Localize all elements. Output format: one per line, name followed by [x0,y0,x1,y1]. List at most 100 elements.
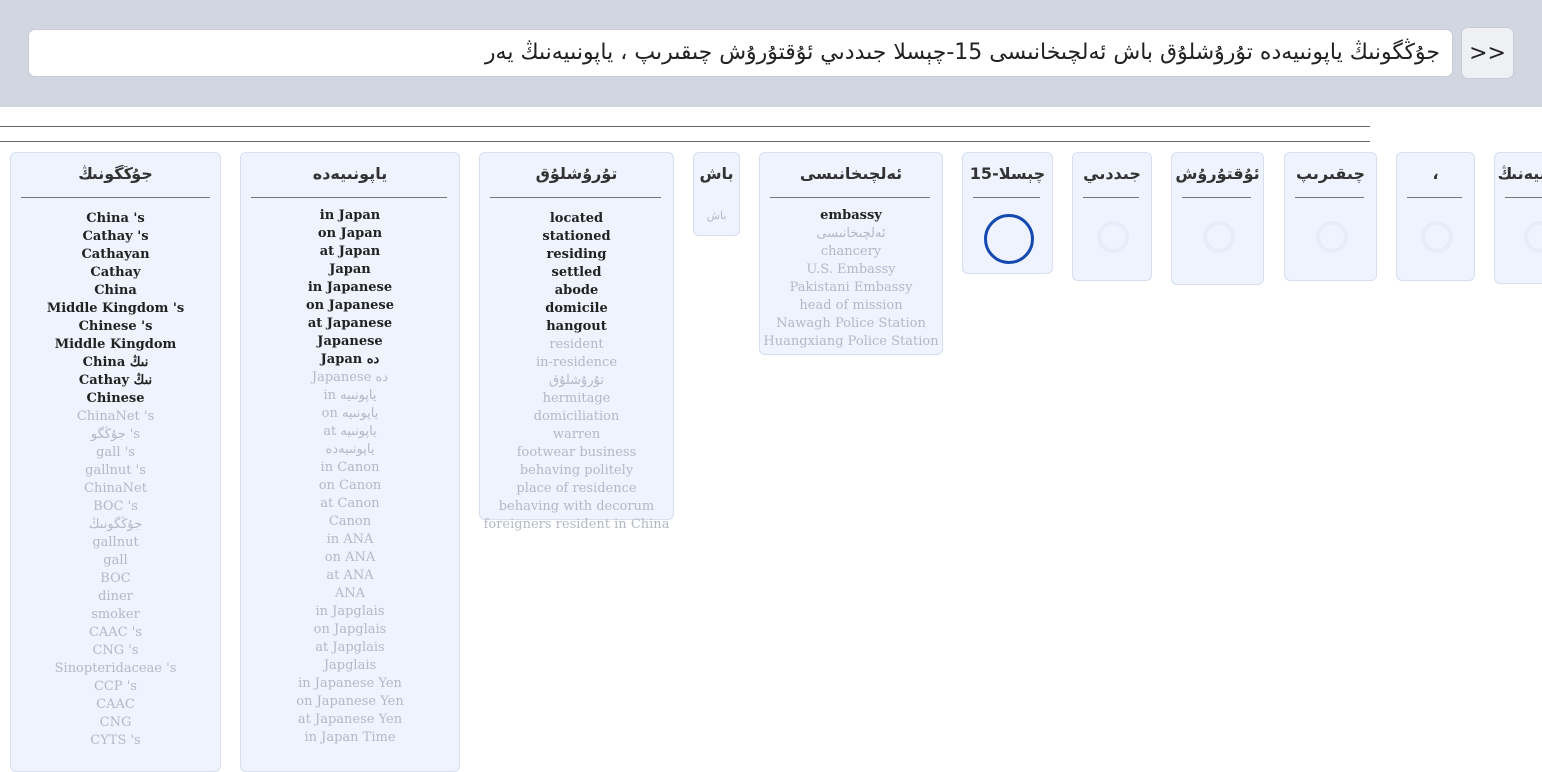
candidate-item[interactable]: gallnut 's [11,462,220,480]
word-column: چىقىرىپ [1284,152,1377,281]
candidate-item[interactable]: at Japglais [241,639,459,657]
candidate-item[interactable]: head of mission [760,297,942,315]
sentence-input[interactable]: جۇڭگونىڭ ياپونىيەدە تۇرۇشلۇق باش ئەلچىخا… [28,29,1453,77]
candidate-item[interactable]: on Canon [241,477,459,495]
word-column-head: ئەلچىخانىسى [799,165,903,183]
word-column-rule [1505,197,1542,198]
candidate-item[interactable]: domiciliation [480,408,673,426]
word-column: تۇرۇشلۇق located stationed residing settled a… [479,152,674,532]
candidate-item[interactable]: at Japanese Yen [241,711,459,729]
candidate-item[interactable]: CNG [11,714,220,732]
candidate-item[interactable]: foreigners resident in China [480,516,673,534]
candidate-item[interactable]: footwear business [480,444,673,462]
candidate-item[interactable]: on ANA [241,549,459,567]
candidate-item[interactable]: on Japan [241,225,459,243]
candidate-item[interactable]: in Japglais [241,603,459,621]
candidate-item[interactable]: embassy [760,207,942,225]
candidate-item[interactable]: CYTS 's [11,732,220,750]
candidate-item[interactable]: Pakistani Embassy [760,279,942,297]
candidate-item[interactable]: ئەلچىخانىسى [760,225,942,243]
candidate-item[interactable]: residing [480,246,673,264]
word-column: 15-چېسلا [962,152,1053,274]
word-column-rule [973,197,1040,198]
candidate-item[interactable]: behaving politely [480,462,673,480]
candidate-item[interactable]: جۇڭگونىڭ [11,516,220,534]
candidate-item[interactable]: at Japanese [241,315,459,333]
candidate-item[interactable]: CAAC [11,696,220,714]
candidate-item[interactable]: China [11,282,220,300]
candidate-item[interactable]: chancery [760,243,942,261]
candidate-item[interactable]: ياپونىيەدە [241,441,459,459]
candidate-item[interactable]: in Japan [241,207,459,225]
candidate-item[interactable]: تۇرۇشلۇق [480,372,673,390]
candidate-item[interactable]: at Japan [241,243,459,261]
candidate-item[interactable]: باش [694,207,739,225]
word-column-rule [251,197,447,198]
candidate-item[interactable]: in Canon [241,459,459,477]
candidate-item[interactable]: gall 's [11,444,220,462]
candidate-item[interactable]: located [480,210,673,228]
word-column-rule [770,197,930,198]
candidate-item[interactable]: CAAC 's [11,624,220,642]
candidate-item[interactable]: Cathay نىڭ [11,372,220,390]
candidate-item[interactable]: Middle Kingdom 's [11,300,220,318]
candidate-item[interactable]: Japglais [241,657,459,675]
candidate-item[interactable]: gall [11,552,220,570]
candidate-item[interactable]: in ياپونىيە [241,387,459,405]
candidate-item[interactable]: Nawagh Police Station [760,315,942,333]
candidate-item[interactable]: hangout [480,318,673,336]
candidate-item[interactable]: ChinaNet [11,480,220,498]
candidate-item[interactable]: U.S. Embassy [760,261,942,279]
candidate-item[interactable]: Chinese 's [11,318,220,336]
candidate-item[interactable]: جۇڭگو 's [11,426,220,444]
candidate-item[interactable]: behaving with decorum [480,498,673,516]
candidate-item[interactable]: Japan دە [241,351,459,369]
word-column: ئەلچىخانىسى embassy ئەلچىخانىسى chancery U.S… [759,152,943,355]
candidate-item[interactable]: on Japanese [241,297,459,315]
candidate-item[interactable]: BOC [11,570,220,588]
candidate-item[interactable]: Cathay 's [11,228,220,246]
candidate-item[interactable]: smoker [11,606,220,624]
candidate-item[interactable]: Canon [241,513,459,531]
candidate-item[interactable]: Japan [241,261,459,279]
candidate-item[interactable]: domicile [480,300,673,318]
candidate-item[interactable]: Cathayan [11,246,220,264]
candidate-item[interactable]: abode [480,282,673,300]
candidate-item[interactable]: ANA [241,585,459,603]
candidate-item[interactable]: Middle Kingdom [11,336,220,354]
candidate-item[interactable]: in Japanese [241,279,459,297]
candidate-item[interactable]: in-residence [480,354,673,372]
candidate-item[interactable]: Huangxiang Police Station [760,333,942,351]
candidate-item[interactable]: on Japanese Yen [241,693,459,711]
candidate-item[interactable]: at ANA [241,567,459,585]
candidate-item[interactable]: at Canon [241,495,459,513]
candidate-item[interactable]: stationed [480,228,673,246]
candidate-item[interactable]: in Japan Time [241,729,459,747]
candidate-item[interactable]: in ANA [241,531,459,549]
candidate-item[interactable]: China نىڭ [11,354,220,372]
candidate-item[interactable]: Japanese دە [241,369,459,387]
candidate-item[interactable]: hermitage [480,390,673,408]
candidate-item[interactable]: warren [480,426,673,444]
candidate-item[interactable]: Cathay [11,264,220,282]
candidate-item[interactable]: place of residence [480,480,673,498]
candidate-item[interactable]: resident [480,336,673,354]
translate-button[interactable]: >> [1461,27,1514,79]
candidate-item[interactable]: on Japglais [241,621,459,639]
candidate-item[interactable]: China 's [11,210,220,228]
word-column-head: ، [1432,165,1439,183]
candidate-item[interactable]: Chinese [11,390,220,408]
candidate-item[interactable]: diner [11,588,220,606]
candidate-item[interactable]: CCP 's [11,678,220,696]
candidate-item[interactable]: at ياپونىيە [241,423,459,441]
candidate-item[interactable]: Japanese [241,333,459,351]
candidate-item[interactable]: CNG 's [11,642,220,660]
candidate-item[interactable]: in Japanese Yen [241,675,459,693]
candidate-item[interactable]: ChinaNet 's [11,408,220,426]
candidate-item[interactable]: gallnut [11,534,220,552]
candidate-item[interactable]: BOC 's [11,498,220,516]
candidate-item[interactable]: settled [480,264,673,282]
candidate-item[interactable]: Sinopteridaceae 's [11,660,220,678]
word-column: ياپونىيەدە in Japan on Japan at Japan Japan i… [240,152,460,772]
candidate-item[interactable]: on ياپونىيە [241,405,459,423]
